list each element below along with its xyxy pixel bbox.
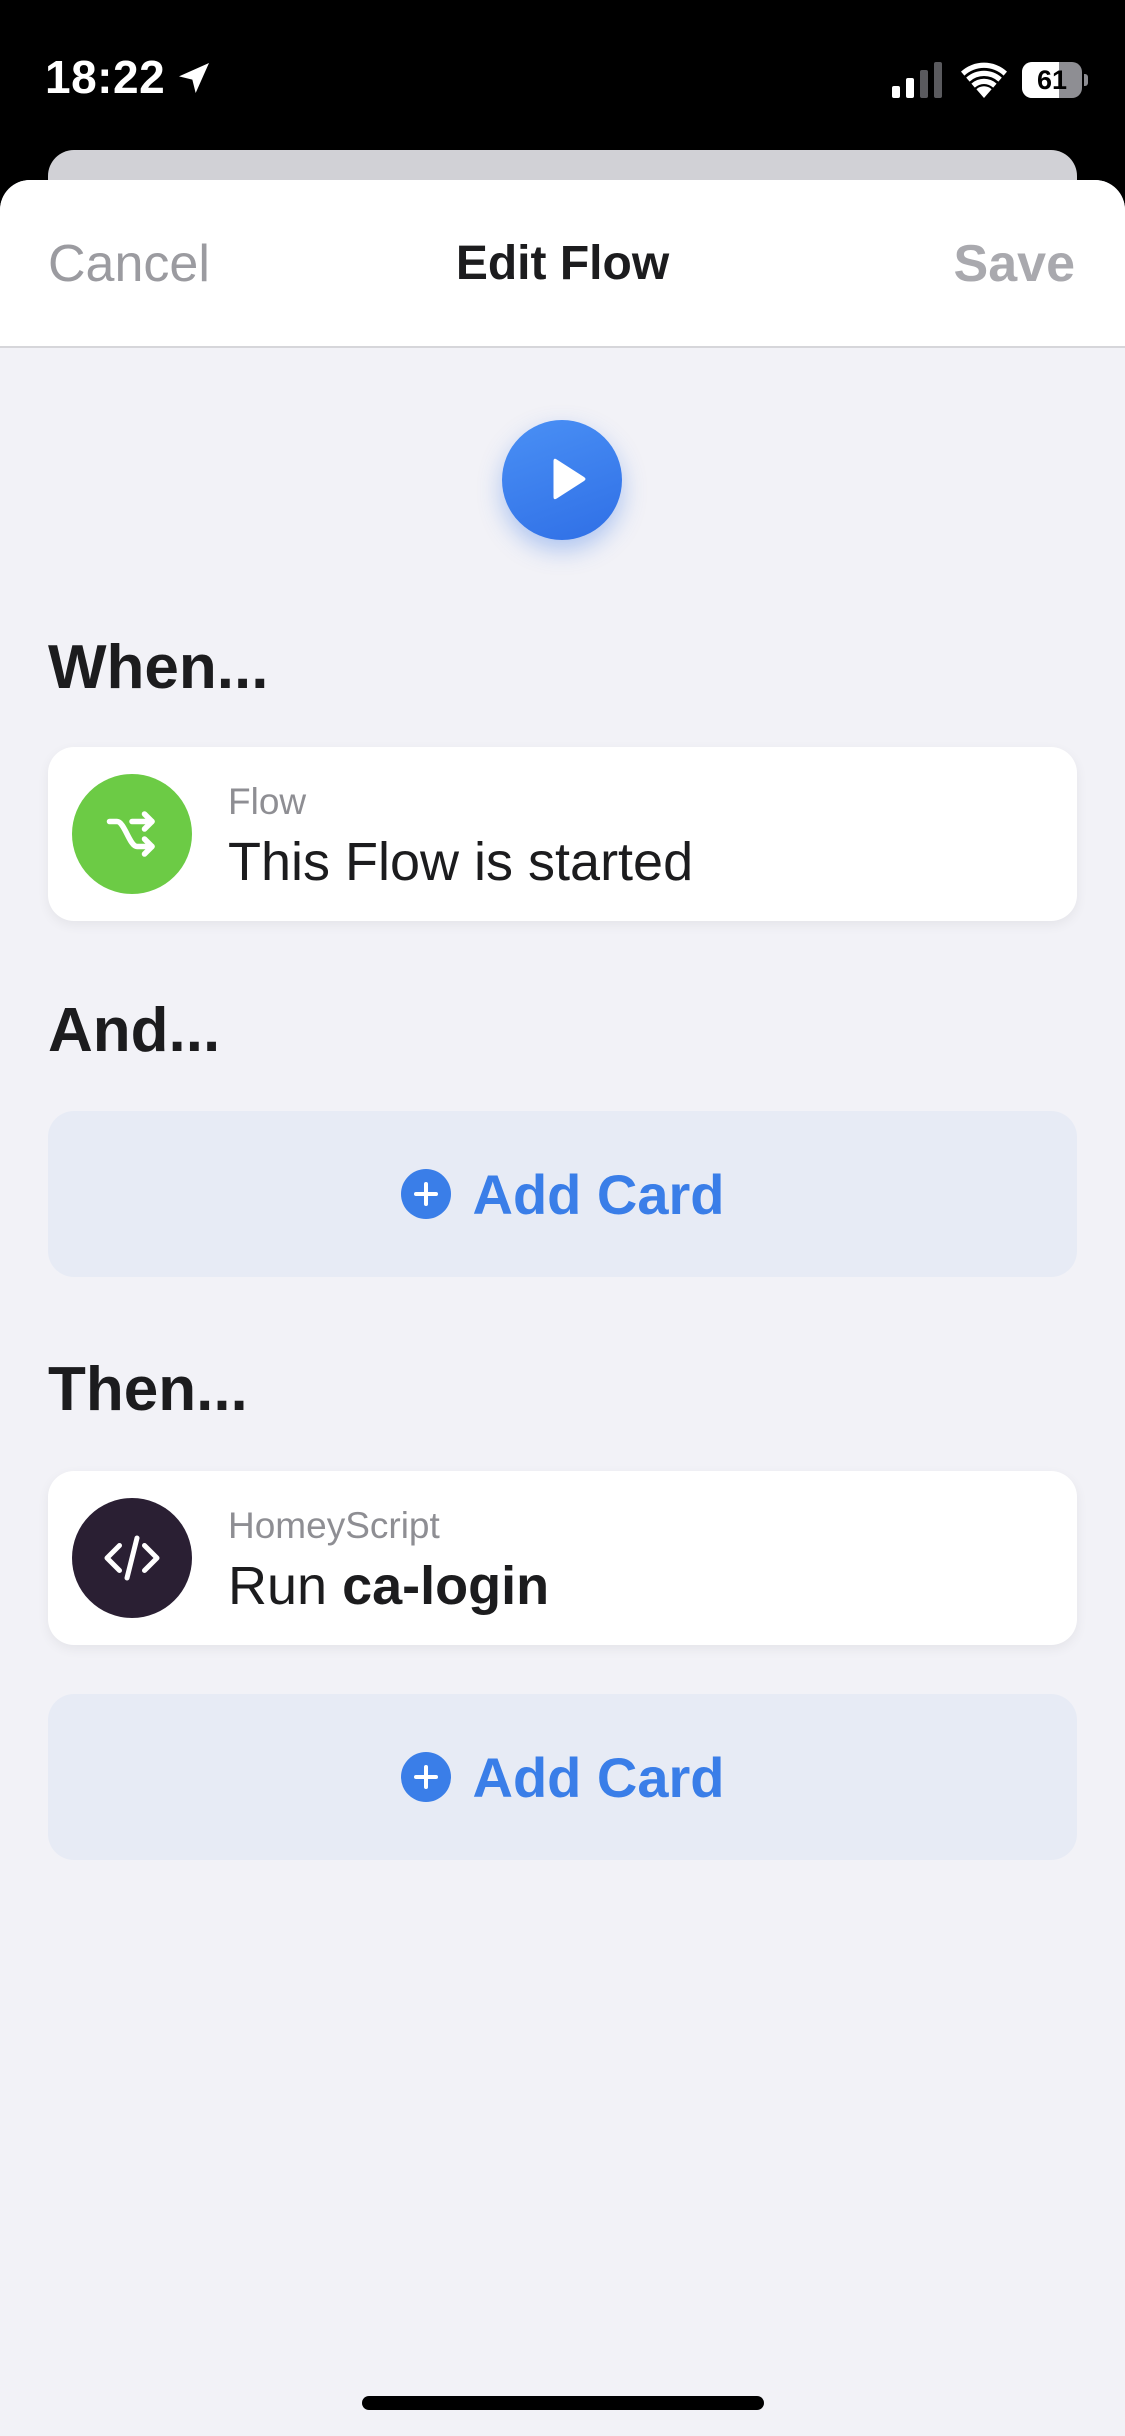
card-category: Flow (228, 781, 307, 822)
add-card-label: Add Card (472, 1745, 725, 1809)
plus-circle-icon (400, 1169, 451, 1219)
battery-body: 61 (1022, 62, 1082, 98)
status-time: 18:22 (45, 51, 166, 103)
code-icon (104, 1535, 160, 1581)
add-card-content: Add Card (48, 1694, 1077, 1860)
card-title: Run ca-login (228, 1555, 549, 1617)
when-trigger-card[interactable]: Flow This Flow is started (48, 747, 1077, 921)
script-name: ca-login (342, 1556, 550, 1616)
when-heading: When... (48, 633, 269, 702)
navigation-bar: Cancel Edit Flow Save (0, 180, 1125, 348)
add-card-label: Add Card (472, 1162, 725, 1226)
status-bar: 18:22 61 (0, 0, 1125, 150)
flow-shuffle-icon (106, 811, 155, 857)
location-arrow-icon (179, 63, 209, 93)
test-flow-play-button[interactable] (502, 420, 622, 540)
then-action-card[interactable]: HomeyScript Run ca-login (48, 1471, 1077, 1645)
battery-cap (1084, 74, 1088, 86)
battery-icon: 61 (1022, 62, 1088, 98)
homeyscript-card-icon-circle (72, 1498, 192, 1618)
edit-flow-sheet: Cancel Edit Flow Save When... Flow This … (0, 180, 1125, 2436)
cellular-signal-icon (892, 62, 942, 98)
then-heading: Then... (48, 1355, 248, 1424)
play-icon (553, 458, 586, 500)
flow-card-icon-circle (72, 774, 192, 894)
card-title-prefix: Run (228, 1556, 343, 1616)
battery-percent: 61 (1036, 65, 1068, 95)
card-category: HomeyScript (228, 1505, 440, 1546)
then-add-card-button[interactable]: Add Card (48, 1694, 1077, 1860)
wifi-icon (961, 62, 1007, 98)
card-title: This Flow is started (228, 832, 694, 892)
add-card-content: Add Card (48, 1111, 1077, 1277)
and-add-card-button[interactable]: Add Card (48, 1111, 1077, 1277)
plus-circle-icon (400, 1752, 451, 1802)
home-indicator (362, 2396, 764, 2410)
save-button[interactable]: Save (954, 234, 1075, 294)
and-heading: And... (48, 996, 221, 1065)
